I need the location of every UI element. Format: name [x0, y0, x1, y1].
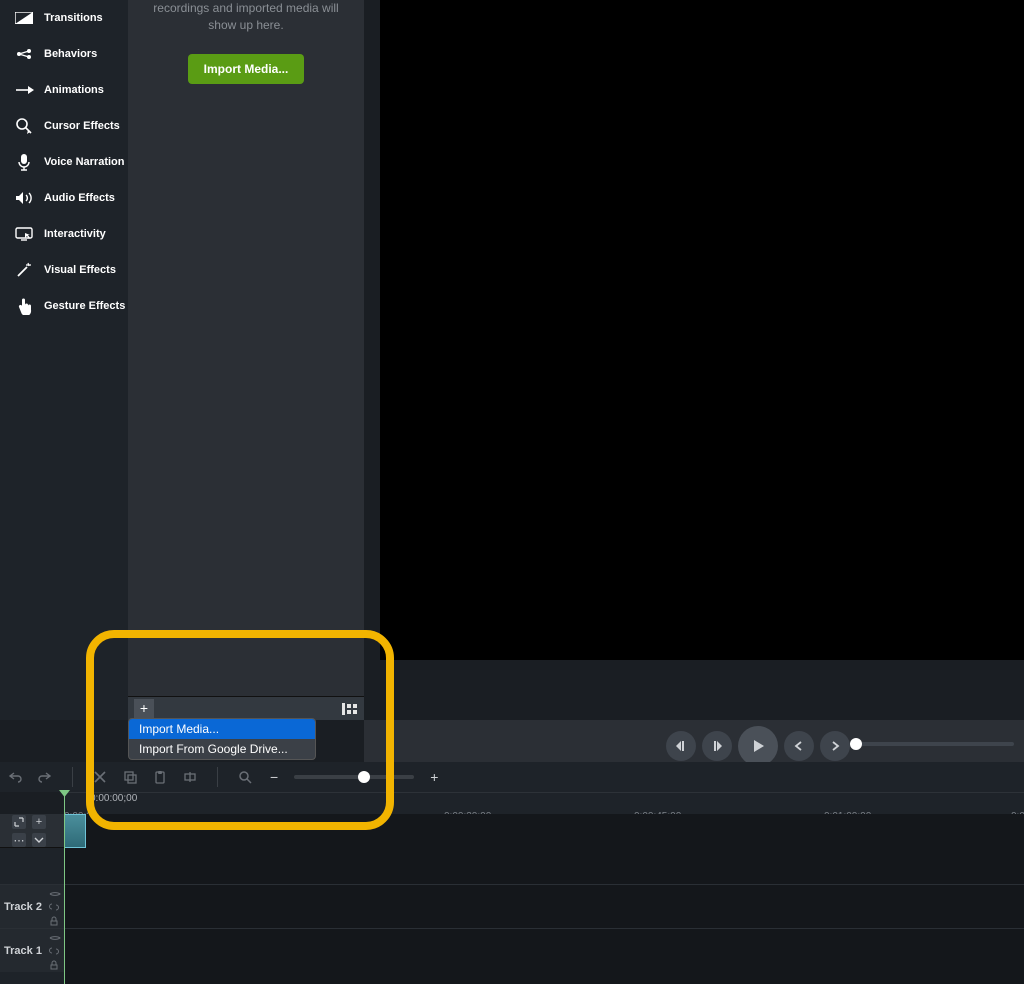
- sidebar-label: Animations: [44, 84, 104, 96]
- media-hint-text: recordings and imported media will show …: [128, 0, 364, 46]
- visibility-icon[interactable]: [49, 887, 61, 899]
- behaviors-icon: [14, 44, 34, 64]
- preview-zoom-slider[interactable]: [854, 742, 1014, 746]
- sidebar-label: Transitions: [44, 12, 103, 24]
- view-grid-icon[interactable]: [342, 703, 358, 715]
- speaker-icon: [14, 188, 34, 208]
- track-label[interactable]: Track 2: [0, 885, 46, 928]
- sidebar-label: Voice Narration: [44, 156, 125, 168]
- add-track-button[interactable]: +: [32, 815, 46, 829]
- sidebar-item-visual-effects[interactable]: Visual Effects: [0, 252, 128, 288]
- media-panel-footer: +: [128, 696, 364, 720]
- timeline-track-area[interactable]: + ⋯ Track 2 Track 1: [0, 814, 1024, 984]
- sidebar-item-interactivity[interactable]: Interactivity: [0, 216, 128, 252]
- sidebar-item-behaviors[interactable]: Behaviors: [0, 36, 128, 72]
- sidebar-item-audio-effects[interactable]: Audio Effects: [0, 180, 128, 216]
- next-frame-button[interactable]: [702, 731, 732, 761]
- interactivity-icon: [14, 224, 34, 244]
- sidebar-item-gesture-effects[interactable]: Gesture Effects: [0, 288, 128, 324]
- sidebar-label: Gesture Effects: [44, 300, 125, 312]
- sidebar-label: Audio Effects: [44, 192, 115, 204]
- play-button[interactable]: [738, 726, 778, 766]
- timecode-display: 0:00:00;00: [90, 793, 137, 804]
- collapse-tracks-icon[interactable]: [32, 833, 46, 847]
- track-label[interactable]: Track 1: [0, 929, 46, 972]
- previous-clip-button[interactable]: [784, 731, 814, 761]
- transitions-icon: [14, 8, 34, 28]
- split-icon[interactable]: [181, 768, 199, 786]
- previous-frame-button[interactable]: [666, 731, 696, 761]
- tools-sidebar: Transitions Behaviors Animations Cursor …: [0, 0, 128, 720]
- lock-icon[interactable]: [49, 915, 61, 927]
- zoom-search-icon[interactable]: [236, 768, 254, 786]
- playhead[interactable]: [64, 792, 65, 984]
- add-media-plus-button[interactable]: +: [134, 699, 154, 719]
- cut-icon[interactable]: [91, 768, 109, 786]
- lock-icon[interactable]: [49, 959, 61, 971]
- redo-icon[interactable]: [36, 768, 54, 786]
- track-controls: [46, 885, 64, 928]
- timeline-toolbar: − +: [0, 762, 1024, 792]
- import-media-button[interactable]: Import Media...: [188, 54, 305, 84]
- paste-icon[interactable]: [151, 768, 169, 786]
- next-clip-button[interactable]: [820, 731, 850, 761]
- sidebar-item-cursor-effects[interactable]: Cursor Effects: [0, 108, 128, 144]
- import-dropdown-menu: Import Media... Import From Google Drive…: [128, 718, 316, 760]
- zoom-out-button[interactable]: −: [266, 769, 282, 785]
- track-controls: [46, 929, 64, 972]
- undo-icon[interactable]: [6, 768, 24, 786]
- zoom-in-button[interactable]: +: [426, 769, 442, 785]
- media-bin-panel: recordings and imported media will show …: [128, 0, 364, 720]
- sidebar-item-transitions[interactable]: Transitions: [0, 0, 128, 36]
- animations-icon: [14, 80, 34, 100]
- gesture-icon: [14, 296, 34, 316]
- visibility-icon[interactable]: [49, 931, 61, 943]
- cursor-icon: [14, 116, 34, 136]
- timeline-zoom-slider[interactable]: [294, 775, 414, 779]
- sidebar-label: Behaviors: [44, 48, 97, 60]
- slider-thumb[interactable]: [850, 738, 862, 750]
- timeline-clip[interactable]: [64, 814, 86, 848]
- track-row[interactable]: Track 1: [0, 928, 1024, 972]
- track-row[interactable]: Track 2: [0, 884, 1024, 928]
- preview-canvas[interactable]: [380, 0, 1024, 660]
- link-icon[interactable]: [49, 901, 61, 913]
- sidebar-label: Cursor Effects: [44, 120, 120, 132]
- mic-icon: [14, 152, 34, 172]
- wand-icon: [14, 260, 34, 280]
- playback-controls: [500, 726, 850, 766]
- sidebar-item-animations[interactable]: Animations: [0, 72, 128, 108]
- menu-item-import-media[interactable]: Import Media...: [129, 719, 315, 739]
- slider-thumb[interactable]: [358, 771, 370, 783]
- menu-item-import-google-drive[interactable]: Import From Google Drive...: [129, 739, 315, 759]
- sidebar-label: Visual Effects: [44, 264, 116, 276]
- timeline-edit-controls: + ⋯: [0, 814, 64, 848]
- sidebar-label: Interactivity: [44, 228, 106, 240]
- copy-icon[interactable]: [121, 768, 139, 786]
- timeline-ruler[interactable]: 0:00:00;00 0:00:00 0:00:30;00 0:00:45;00…: [64, 792, 1024, 814]
- link-icon[interactable]: [49, 945, 61, 957]
- sidebar-item-voice-narration[interactable]: Voice Narration: [0, 144, 128, 180]
- track-options-icon[interactable]: ⋯: [12, 833, 26, 847]
- timeline-scale-icon[interactable]: [12, 815, 26, 829]
